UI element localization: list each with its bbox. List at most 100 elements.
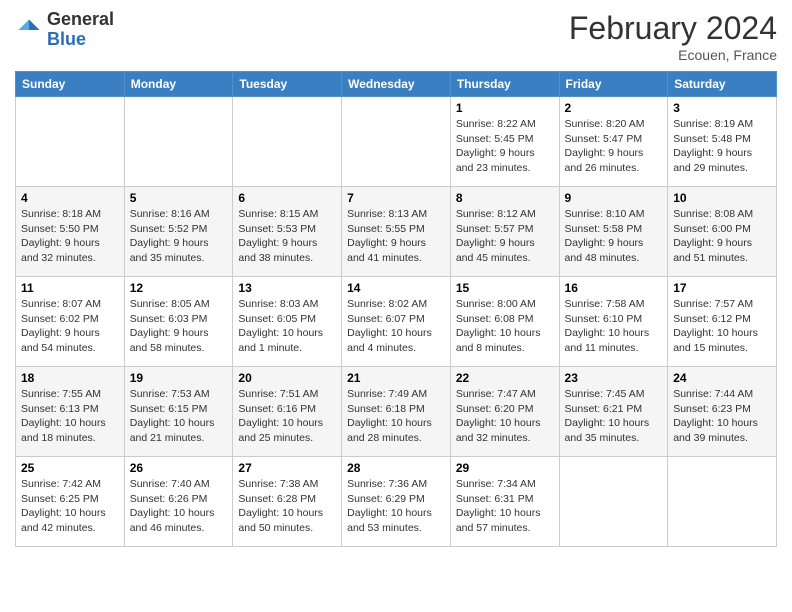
- day-info: Sunrise: 7:49 AM Sunset: 6:18 PM Dayligh…: [347, 387, 445, 446]
- day-number: 8: [456, 191, 554, 205]
- calendar-cell: 2 Sunrise: 8:20 AM Sunset: 5:47 PM Daylig…: [559, 97, 668, 187]
- calendar-cell: 19Sunrise: 7:53 AM Sunset: 6:15 PM Dayli…: [124, 367, 233, 457]
- day-number: 27: [238, 461, 336, 475]
- logo-text: General Blue: [47, 10, 114, 50]
- calendar-cell: 18 Sunrise: 7:55 AM Sunset: 6:13 PM Dayli…: [16, 367, 125, 457]
- calendar-cell: 24Sunrise: 7:44 AM Sunset: 6:23 PM Dayli…: [668, 367, 777, 457]
- location: Ecouen, France: [569, 47, 777, 63]
- logo-icon: [15, 16, 43, 44]
- calendar-cell: 22 Sunrise: 7:47 AM Sunset: 6:20 PM Dayli…: [450, 367, 559, 457]
- day-info: Sunrise: 8:13 AM Sunset: 5:55 PM Dayligh…: [347, 207, 445, 266]
- header-row: SundayMondayTuesdayWednesdayThursdayFrid…: [16, 72, 777, 97]
- calendar-cell: 15 Sunrise: 8:00 AM Sunset: 6:08 PM Dayli…: [450, 277, 559, 367]
- day-number: 13: [238, 281, 336, 295]
- day-info: Sunrise: 7:55 AM Sunset: 6:13 PM Dayligh…: [21, 387, 119, 446]
- title-block: February 2024 Ecouen, France: [569, 10, 777, 63]
- day-number: 21: [347, 371, 445, 385]
- calendar-cell: 1 Sunrise: 8:22 AM Sunset: 5:45 PM Daylig…: [450, 97, 559, 187]
- day-info: Sunrise: 8:18 AM Sunset: 5:50 PM Dayligh…: [21, 207, 119, 266]
- calendar-week: 4 Sunrise: 8:18 AM Sunset: 5:50 PM Daylig…: [16, 187, 777, 277]
- calendar-week: 1 Sunrise: 8:22 AM Sunset: 5:45 PM Daylig…: [16, 97, 777, 187]
- day-info: Sunrise: 7:57 AM Sunset: 6:12 PM Dayligh…: [673, 297, 771, 356]
- day-info: Sunrise: 8:22 AM Sunset: 5:45 PM Dayligh…: [456, 117, 554, 176]
- day-info: Sunrise: 8:00 AM Sunset: 6:08 PM Dayligh…: [456, 297, 554, 356]
- calendar-cell: 14 Sunrise: 8:02 AM Sunset: 6:07 PM Dayli…: [342, 277, 451, 367]
- day-info: Sunrise: 8:16 AM Sunset: 5:52 PM Dayligh…: [130, 207, 228, 266]
- day-header: Wednesday: [342, 72, 451, 97]
- day-info: Sunrise: 7:53 AM Sunset: 6:15 PM Dayligh…: [130, 387, 228, 446]
- calendar-cell: [124, 97, 233, 187]
- calendar-cell: [668, 457, 777, 547]
- day-header: Friday: [559, 72, 668, 97]
- day-info: Sunrise: 7:38 AM Sunset: 6:28 PM Dayligh…: [238, 477, 336, 536]
- day-info: Sunrise: 8:20 AM Sunset: 5:47 PM Dayligh…: [565, 117, 663, 176]
- calendar-cell: 17 Sunrise: 7:57 AM Sunset: 6:12 PM Dayli…: [668, 277, 777, 367]
- day-number: 3: [673, 101, 771, 115]
- calendar-cell: 23Sunrise: 7:45 AM Sunset: 6:21 PM Dayli…: [559, 367, 668, 457]
- day-number: 14: [347, 281, 445, 295]
- day-info: Sunrise: 8:19 AM Sunset: 5:48 PM Dayligh…: [673, 117, 771, 176]
- calendar-cell: 4 Sunrise: 8:18 AM Sunset: 5:50 PM Daylig…: [16, 187, 125, 277]
- day-number: 17: [673, 281, 771, 295]
- day-header: Sunday: [16, 72, 125, 97]
- calendar-cell: 7Sunrise: 8:13 AM Sunset: 5:55 PM Daylig…: [342, 187, 451, 277]
- day-info: Sunrise: 7:58 AM Sunset: 6:10 PM Dayligh…: [565, 297, 663, 356]
- day-info: Sunrise: 8:02 AM Sunset: 6:07 PM Dayligh…: [347, 297, 445, 356]
- day-info: Sunrise: 7:47 AM Sunset: 6:20 PM Dayligh…: [456, 387, 554, 446]
- day-number: 2: [565, 101, 663, 115]
- day-number: 28: [347, 461, 445, 475]
- month-title: February 2024: [569, 10, 777, 47]
- day-info: Sunrise: 7:42 AM Sunset: 6:25 PM Dayligh…: [21, 477, 119, 536]
- day-header: Saturday: [668, 72, 777, 97]
- day-number: 10: [673, 191, 771, 205]
- calendar-cell: 10Sunrise: 8:08 AM Sunset: 6:00 PM Dayli…: [668, 187, 777, 277]
- logo-blue: Blue: [47, 30, 114, 50]
- day-number: 15: [456, 281, 554, 295]
- calendar-cell: 8Sunrise: 8:12 AM Sunset: 5:57 PM Daylig…: [450, 187, 559, 277]
- day-info: Sunrise: 7:36 AM Sunset: 6:29 PM Dayligh…: [347, 477, 445, 536]
- day-number: 1: [456, 101, 554, 115]
- logo-general: General: [47, 10, 114, 30]
- day-number: 25: [21, 461, 119, 475]
- calendar-cell: 28 Sunrise: 7:36 AM Sunset: 6:29 PM Dayli…: [342, 457, 451, 547]
- day-number: 4: [21, 191, 119, 205]
- day-info: Sunrise: 7:45 AM Sunset: 6:21 PM Dayligh…: [565, 387, 663, 446]
- calendar-table: SundayMondayTuesdayWednesdayThursdayFrid…: [15, 71, 777, 547]
- day-info: Sunrise: 8:07 AM Sunset: 6:02 PM Dayligh…: [21, 297, 119, 356]
- calendar-week: 18 Sunrise: 7:55 AM Sunset: 6:13 PM Dayli…: [16, 367, 777, 457]
- day-number: 24: [673, 371, 771, 385]
- day-header: Tuesday: [233, 72, 342, 97]
- calendar-cell: [342, 97, 451, 187]
- calendar-cell: 6Sunrise: 8:15 AM Sunset: 5:53 PM Daylig…: [233, 187, 342, 277]
- day-number: 16: [565, 281, 663, 295]
- day-number: 12: [130, 281, 228, 295]
- day-header: Thursday: [450, 72, 559, 97]
- calendar-cell: 3 Sunrise: 8:19 AM Sunset: 5:48 PM Daylig…: [668, 97, 777, 187]
- day-info: Sunrise: 7:40 AM Sunset: 6:26 PM Dayligh…: [130, 477, 228, 536]
- calendar-cell: 27 Sunrise: 7:38 AM Sunset: 6:28 PM Dayli…: [233, 457, 342, 547]
- day-info: Sunrise: 8:10 AM Sunset: 5:58 PM Dayligh…: [565, 207, 663, 266]
- calendar-week: 11 Sunrise: 8:07 AM Sunset: 6:02 PM Dayli…: [16, 277, 777, 367]
- calendar-cell: 5 Sunrise: 8:16 AM Sunset: 5:52 PM Daylig…: [124, 187, 233, 277]
- day-number: 22: [456, 371, 554, 385]
- day-info: Sunrise: 8:05 AM Sunset: 6:03 PM Dayligh…: [130, 297, 228, 356]
- calendar-cell: 9 Sunrise: 8:10 AM Sunset: 5:58 PM Daylig…: [559, 187, 668, 277]
- day-number: 20: [238, 371, 336, 385]
- calendar-cell: [559, 457, 668, 547]
- calendar-cell: 21 Sunrise: 7:49 AM Sunset: 6:18 PM Dayli…: [342, 367, 451, 457]
- day-info: Sunrise: 7:34 AM Sunset: 6:31 PM Dayligh…: [456, 477, 554, 536]
- day-info: Sunrise: 8:15 AM Sunset: 5:53 PM Dayligh…: [238, 207, 336, 266]
- calendar-week: 25 Sunrise: 7:42 AM Sunset: 6:25 PM Dayli…: [16, 457, 777, 547]
- day-header: Monday: [124, 72, 233, 97]
- day-number: 9: [565, 191, 663, 205]
- calendar-cell: 26 Sunrise: 7:40 AM Sunset: 6:26 PM Dayli…: [124, 457, 233, 547]
- calendar-cell: 29Sunrise: 7:34 AM Sunset: 6:31 PM Dayli…: [450, 457, 559, 547]
- day-number: 18: [21, 371, 119, 385]
- calendar-cell: 16 Sunrise: 7:58 AM Sunset: 6:10 PM Dayli…: [559, 277, 668, 367]
- calendar-cell: [233, 97, 342, 187]
- day-number: 26: [130, 461, 228, 475]
- calendar-cell: 20Sunrise: 7:51 AM Sunset: 6:16 PM Dayli…: [233, 367, 342, 457]
- day-number: 5: [130, 191, 228, 205]
- logo: General Blue: [15, 10, 114, 50]
- day-number: 11: [21, 281, 119, 295]
